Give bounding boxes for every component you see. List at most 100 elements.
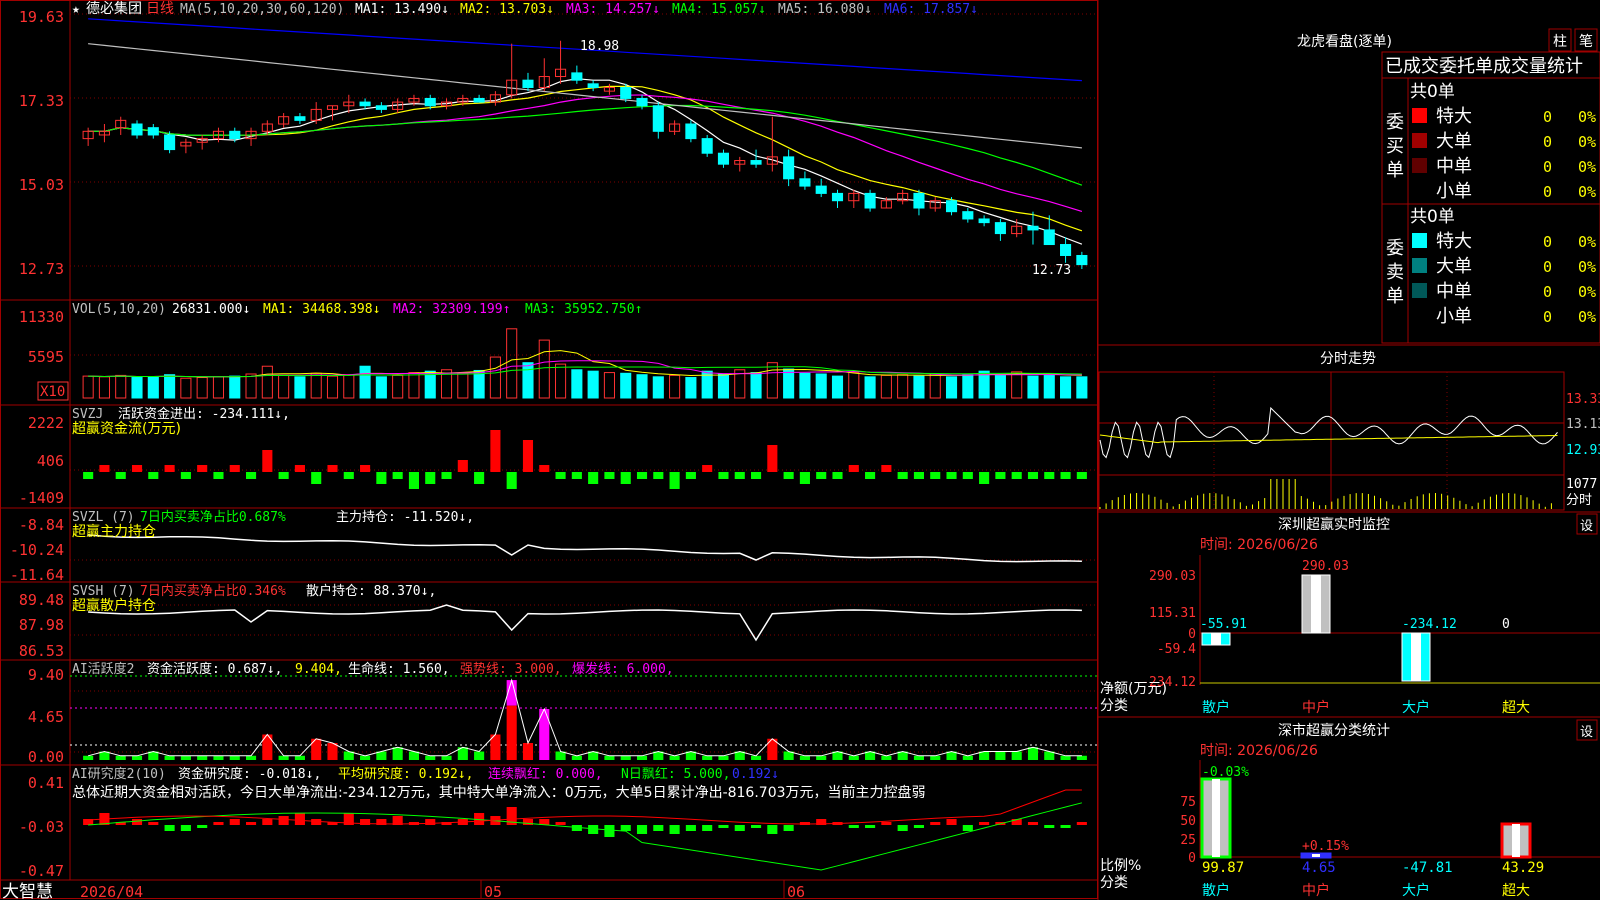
row-name: 特大 xyxy=(1436,106,1472,127)
classify-value: 4.65 xyxy=(1302,860,1336,876)
svzj-subtitle: 超赢资金流(万元) xyxy=(72,420,181,437)
volume-bar xyxy=(587,370,599,399)
svzj-bars xyxy=(83,430,1087,489)
ai2-bar xyxy=(555,822,566,825)
volume-bar xyxy=(815,373,827,399)
svzj-bar xyxy=(474,472,485,484)
classify-category: 中户 xyxy=(1302,882,1330,899)
svzj-bar xyxy=(979,472,990,484)
ai2-bar xyxy=(930,822,941,825)
ai2-bar xyxy=(848,825,859,828)
ai2-bar xyxy=(148,822,159,825)
volume-bar xyxy=(962,374,974,399)
row-pct: 0% xyxy=(1578,158,1596,176)
candle-body xyxy=(750,160,762,165)
legend-swatch xyxy=(1412,258,1427,273)
ai2-bar xyxy=(881,822,892,825)
date-may: 05 xyxy=(484,883,502,900)
classify-xlabel: 分类 xyxy=(1100,875,1128,891)
classify-top-label: -0.03% xyxy=(1202,765,1249,780)
intraday-vol: 1077 xyxy=(1566,477,1597,492)
date-jun: 06 xyxy=(787,883,805,900)
volume-bar xyxy=(147,376,159,399)
svzj-bar xyxy=(685,472,696,479)
row-count: 0 xyxy=(1543,183,1552,201)
row-count: 0 xyxy=(1543,308,1552,326)
svzj-bar xyxy=(832,472,843,479)
row-count: 0 xyxy=(1543,133,1552,151)
svsh-tick-3: 86.53 xyxy=(19,642,64,660)
classify-bar-highlight xyxy=(1212,779,1220,857)
svzj-bar xyxy=(180,472,191,479)
high-price-label: 18.98 xyxy=(580,39,619,54)
brand-logo[interactable]: 大智慧 xyxy=(2,882,53,900)
ai2-bar xyxy=(213,822,224,825)
candle-body xyxy=(701,138,713,154)
period-label[interactable]: 日线 xyxy=(146,1,174,17)
star-icon[interactable]: ★ xyxy=(72,2,80,17)
volume-bar xyxy=(945,376,958,399)
volume-bar xyxy=(424,370,436,399)
row-count: 0 xyxy=(1543,258,1552,276)
candle-body xyxy=(294,116,306,121)
ai1-bar xyxy=(1011,751,1022,760)
svzj-bar xyxy=(848,465,859,472)
ai1-bar xyxy=(702,755,713,760)
ai1-bar xyxy=(425,755,436,760)
volume-ma-lines xyxy=(88,350,1082,378)
monitor-value: -234.12 xyxy=(1402,617,1457,632)
ai2-tick-1: 0.41 xyxy=(28,774,64,792)
svzj-bar xyxy=(311,472,322,484)
svzj-bar xyxy=(1044,472,1055,479)
ai1-l2: 9.404, xyxy=(295,662,342,677)
candle-body xyxy=(636,97,648,107)
volume-bar xyxy=(766,362,778,399)
legend-swatch xyxy=(1412,158,1427,173)
classify-value: -47.81 xyxy=(1402,860,1453,876)
vol-ma3: MA3: 35952.750↑ xyxy=(525,302,642,317)
stock-name[interactable]: 德必集团 xyxy=(86,0,142,17)
svzl-label: SVZL (7) xyxy=(72,510,135,525)
ai1-l1: 资金活跃度: 0.687↓, xyxy=(147,661,282,677)
svzj-bar xyxy=(1011,472,1022,479)
ai2-bar xyxy=(262,819,273,825)
svzl-series xyxy=(88,534,1082,563)
date-start: 2026/04 xyxy=(80,883,143,900)
ai2-bar xyxy=(180,825,191,831)
ai1-l4: 强势线: 3.000, xyxy=(460,661,562,677)
svzj-bar xyxy=(376,472,387,484)
svzj-bar xyxy=(294,465,305,472)
vol-label: VOL(5,10,20) xyxy=(72,302,166,317)
row-pct: 0% xyxy=(1578,108,1596,126)
intraday-tick-1: 13.33 xyxy=(1566,392,1600,407)
ai2-bar xyxy=(636,825,648,834)
svzj-bar xyxy=(441,472,452,479)
ai2-bar xyxy=(750,825,762,828)
ai2-bar xyxy=(245,822,257,825)
svsh-hold: 散户持仓: 88.370↓, xyxy=(306,583,436,599)
ai2-bar xyxy=(131,819,143,825)
volume-bar xyxy=(131,377,143,399)
volume-bar xyxy=(929,373,941,399)
classify-category: 散户 xyxy=(1202,882,1230,899)
svsh-label: SVSH (7) xyxy=(72,584,135,599)
monitor-tick: -59.4 xyxy=(1157,642,1196,657)
svzj-bar xyxy=(148,472,159,479)
monitor-xlabel: 分类 xyxy=(1100,698,1128,714)
volume-bars xyxy=(82,328,1088,399)
ai2-l5: 0.192↓ xyxy=(732,767,779,782)
ai2-bar xyxy=(897,825,908,831)
ai2-l1: 资金研究度: -0.018↓, xyxy=(178,766,321,782)
ai2-bar xyxy=(1027,822,1039,825)
ai2-research-line xyxy=(88,802,1083,871)
candle-body xyxy=(1060,244,1072,256)
svzj-bar xyxy=(360,465,371,472)
row-count: 0 xyxy=(1543,283,1552,301)
svzj-bar xyxy=(262,450,273,472)
ai2-l4: N日飘红: 5.000, xyxy=(621,766,730,782)
ai1-bar xyxy=(180,755,191,760)
volume-bar xyxy=(164,374,176,399)
classify-value: 99.87 xyxy=(1202,860,1244,876)
classify-value: 43.29 xyxy=(1502,860,1544,876)
low-price-label: 12.73 xyxy=(1032,263,1071,278)
